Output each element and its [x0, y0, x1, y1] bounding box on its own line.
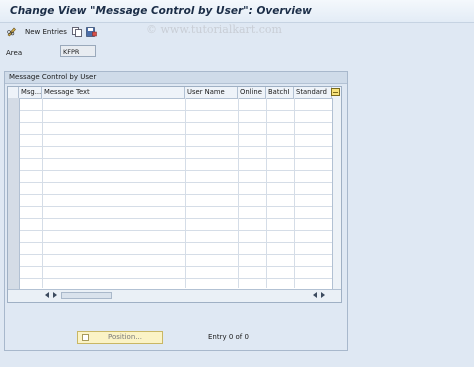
column-header-message-text[interactable]: Message Text	[42, 87, 185, 98]
scroll-left-end-icon[interactable]	[313, 292, 317, 298]
row-selector[interactable]	[8, 230, 20, 242]
copy-icon	[72, 26, 82, 37]
column-divider	[185, 98, 186, 288]
position-icon	[82, 334, 89, 341]
entry-count: Entry 0 of 0	[208, 333, 249, 341]
column-header-batch[interactable]: BatchI	[266, 87, 294, 98]
column-header-standard[interactable]: Standard	[294, 87, 332, 98]
position-label: Position...	[108, 333, 142, 341]
row-selector[interactable]	[8, 134, 20, 146]
toggle-display-change-button[interactable]	[6, 25, 17, 38]
column-header-msg[interactable]: Msg...	[19, 87, 42, 98]
page-title: Change View "Message Control by User": O…	[10, 5, 312, 17]
row-selector[interactable]	[8, 170, 20, 182]
column-divider	[238, 98, 239, 288]
new-entries-button[interactable]: New Entries	[22, 25, 67, 38]
row-selector[interactable]	[8, 194, 20, 206]
area-field: KFPR	[60, 45, 96, 57]
application-toolbar: New Entries	[0, 24, 474, 40]
column-header-user-name[interactable]: User Name	[185, 87, 238, 98]
row-selector[interactable]	[8, 218, 20, 230]
horizontal-scrollbar[interactable]	[8, 289, 341, 302]
save-icon	[86, 26, 97, 37]
new-entries-label: New Entries	[25, 27, 67, 36]
column-header-online[interactable]: Online	[238, 87, 266, 98]
title-bar: Change View "Message Control by User": O…	[0, 0, 474, 23]
row-selector[interactable]	[8, 122, 20, 134]
column-divider	[42, 98, 43, 288]
row-selector[interactable]	[8, 242, 20, 254]
row-selector[interactable]	[8, 110, 20, 122]
scroll-thumb[interactable]	[61, 292, 112, 299]
select-all-cell[interactable]	[8, 87, 19, 98]
row-selector[interactable]	[8, 206, 20, 218]
row-selector[interactable]	[8, 146, 20, 158]
position-button[interactable]: Position...	[77, 331, 163, 344]
row-selector[interactable]	[8, 98, 20, 110]
column-divider	[266, 98, 267, 288]
row-selector[interactable]	[8, 266, 20, 278]
copy-button[interactable]	[72, 25, 82, 38]
pencil-glasses-icon	[7, 27, 16, 37]
message-control-table: Msg... Message Text User Name Online Bat…	[7, 86, 342, 303]
vertical-scroll-column[interactable]	[332, 98, 341, 302]
column-divider	[294, 98, 295, 288]
area-label: Area	[6, 49, 23, 57]
scroll-left-icon[interactable]	[45, 292, 49, 298]
group-title-bar: Message Control by User	[5, 72, 347, 84]
save-button[interactable]	[86, 25, 97, 38]
row-selector[interactable]	[8, 182, 20, 194]
group-title: Message Control by User	[9, 73, 97, 81]
scroll-right-end-icon[interactable]	[321, 292, 325, 298]
scroll-right-icon[interactable]	[53, 292, 57, 298]
row-selector[interactable]	[8, 158, 20, 170]
table-settings-icon[interactable]	[331, 88, 340, 96]
row-selector[interactable]	[8, 254, 20, 266]
